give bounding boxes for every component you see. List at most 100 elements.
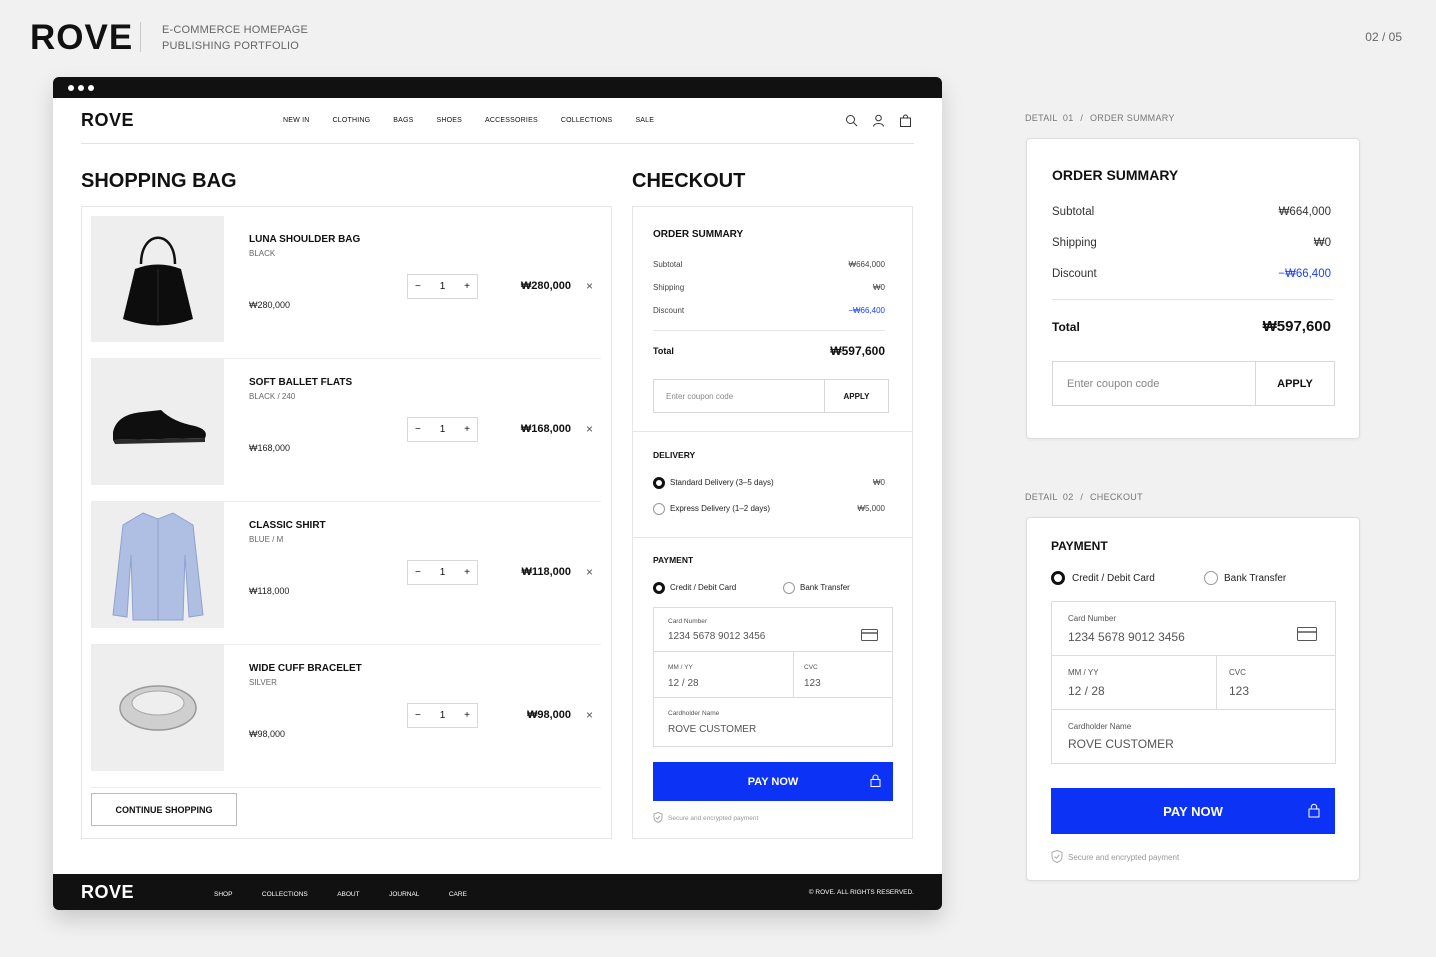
footer-logo[interactable]: ROVE	[81, 882, 214, 903]
footer-link-about[interactable]: ABOUT	[337, 891, 359, 898]
expiry-field[interactable]: MM / YY 12 / 28	[654, 652, 794, 698]
remove-icon[interactable]: ×	[586, 708, 593, 722]
nav-item-sale[interactable]: SALE	[635, 117, 654, 124]
bag-icon[interactable]	[899, 114, 912, 127]
increase-button[interactable]: +	[464, 710, 470, 721]
cardholder-label: Cardholder Name	[668, 710, 720, 717]
footer-link-journal[interactable]: JOURNAL	[389, 891, 419, 898]
credit-card-icon	[861, 628, 878, 646]
detail-02-number: DETAIL 02	[1025, 492, 1074, 502]
decrease-button[interactable]: −	[415, 567, 421, 578]
apply-button[interactable]: APPLY	[1255, 362, 1334, 405]
remove-icon[interactable]: ×	[586, 279, 593, 293]
radio-standard-delivery[interactable]	[653, 477, 665, 489]
coupon-input[interactable]: Enter coupon code	[1053, 362, 1255, 405]
increase-button[interactable]: +	[464, 567, 470, 578]
secure-note: Secure and encrypted payment	[1051, 849, 1179, 865]
radio-credit-card[interactable]	[653, 582, 665, 594]
credit-card-label[interactable]: Credit / Debit Card	[670, 583, 736, 592]
quantity-value[interactable]: 1	[440, 710, 446, 721]
express-delivery-price: ₩5,000	[857, 504, 885, 513]
divider	[1052, 299, 1334, 300]
search-icon[interactable]	[845, 114, 858, 127]
nav-links: NEW IN CLOTHING BAGS SHOES ACCESSORIES C…	[283, 117, 677, 124]
detail-02-separator: /	[1080, 492, 1084, 502]
radio-bank-transfer[interactable]	[1204, 571, 1218, 585]
express-delivery-label[interactable]: Express Delivery (1–2 days)	[670, 504, 770, 513]
item-variant: BLACK	[249, 249, 276, 258]
product-image-shoe[interactable]	[91, 359, 224, 485]
cvc-field[interactable]: CVC 123	[1217, 656, 1335, 710]
item-name[interactable]: CLASSIC SHIRT	[249, 520, 326, 531]
card-number-value[interactable]: 1234 5678 9012 3456	[1068, 630, 1185, 644]
increase-button[interactable]: +	[464, 424, 470, 435]
quantity-value[interactable]: 1	[440, 281, 446, 292]
cvc-field[interactable]: CVC 123	[794, 652, 892, 698]
card-number-field[interactable]: Card Number 1234 5678 9012 3456	[1052, 602, 1335, 656]
user-icon[interactable]	[872, 114, 885, 127]
nav-item-bags[interactable]: BAGS	[393, 117, 413, 124]
item-name[interactable]: SOFT BALLET FLATS	[249, 377, 352, 388]
cardholder-field[interactable]: Cardholder Name ROVE CUSTOMER	[654, 698, 892, 746]
card-number-field[interactable]: Card Number 1234 5678 9012 3456	[654, 608, 892, 652]
expiry-value[interactable]: 12 / 28	[1068, 684, 1105, 698]
quantity-stepper: − 1 +	[407, 417, 478, 442]
quantity-stepper: − 1 +	[407, 703, 478, 728]
radio-express-delivery[interactable]	[653, 503, 665, 515]
detail-01-label: DETAIL 01 / ORDER SUMMARY	[1025, 113, 1175, 123]
item-name[interactable]: LUNA SHOULDER BAG	[249, 234, 360, 245]
cardholder-value[interactable]: ROVE CUSTOMER	[1068, 737, 1174, 751]
footer-link-shop[interactable]: SHOP	[214, 891, 232, 898]
product-image-shirt[interactable]	[91, 502, 224, 628]
continue-shopping-button[interactable]: CONTINUE SHOPPING	[91, 793, 237, 826]
decrease-button[interactable]: −	[415, 281, 421, 292]
remove-icon[interactable]: ×	[586, 565, 593, 579]
item-name[interactable]: WIDE CUFF BRACELET	[249, 663, 362, 674]
card-number-label: Card Number	[1068, 614, 1117, 623]
nav-item-new-in[interactable]: NEW IN	[283, 117, 309, 124]
pay-now-button[interactable]: PAY NOW	[653, 762, 893, 801]
shipping-label: Shipping	[1052, 237, 1097, 249]
subtotal-value: ₩664,000	[1278, 206, 1331, 218]
remove-icon[interactable]: ×	[586, 422, 593, 436]
nav-item-clothing[interactable]: CLOTHING	[332, 117, 370, 124]
shipping-label: Shipping	[653, 283, 685, 292]
nav-item-accessories[interactable]: ACCESSORIES	[485, 117, 538, 124]
site-logo[interactable]: ROVE	[81, 110, 283, 131]
quantity-value[interactable]: 1	[440, 424, 446, 435]
decrease-button[interactable]: −	[415, 710, 421, 721]
expiry-value[interactable]: 12 / 28	[668, 678, 699, 689]
coupon-field: Enter coupon code APPLY	[1052, 361, 1335, 406]
nav-item-shoes[interactable]: SHOES	[437, 117, 463, 124]
increase-button[interactable]: +	[464, 281, 470, 292]
footer-link-care[interactable]: CARE	[449, 891, 467, 898]
item-price: ₩118,000	[249, 586, 290, 596]
footer-link-collections[interactable]: COLLECTIONS	[262, 891, 308, 898]
radio-credit-card[interactable]	[1051, 571, 1065, 585]
pay-now-button[interactable]: PAY NOW	[1051, 788, 1335, 834]
expiry-field[interactable]: MM / YY 12 / 28	[1052, 656, 1217, 710]
radio-bank-transfer[interactable]	[783, 582, 795, 594]
header-divider	[140, 22, 141, 52]
bank-transfer-label[interactable]: Bank Transfer	[1224, 573, 1286, 584]
discount-value: −₩66,400	[1278, 268, 1331, 280]
decrease-button[interactable]: −	[415, 424, 421, 435]
coupon-input[interactable]: Enter coupon code	[654, 380, 824, 412]
divider	[633, 537, 912, 538]
cvc-value[interactable]: 123	[1229, 684, 1249, 698]
cvc-value[interactable]: 123	[804, 678, 821, 689]
cardholder-value[interactable]: ROVE CUSTOMER	[668, 724, 756, 735]
product-image-handbag[interactable]	[91, 216, 224, 342]
bank-transfer-label[interactable]: Bank Transfer	[800, 583, 850, 592]
nav-item-collections[interactable]: COLLECTIONS	[561, 117, 613, 124]
apply-button[interactable]: APPLY	[824, 380, 888, 412]
product-image-bracelet[interactable]	[91, 645, 224, 771]
standard-delivery-label[interactable]: Standard Delivery (3–5 days)	[670, 478, 774, 487]
card-number-value[interactable]: 1234 5678 9012 3456	[668, 631, 765, 642]
quantity-stepper: − 1 +	[407, 560, 478, 585]
credit-card-label[interactable]: Credit / Debit Card	[1072, 573, 1155, 584]
cardholder-field[interactable]: Cardholder Name ROVE CUSTOMER	[1052, 710, 1335, 763]
portfolio-subtitle-line1: E-COMMERCE HOMEPAGE	[162, 24, 308, 36]
footer-links: SHOP COLLECTIONS ABOUT JOURNAL CARE	[214, 883, 492, 901]
quantity-value[interactable]: 1	[440, 567, 446, 578]
